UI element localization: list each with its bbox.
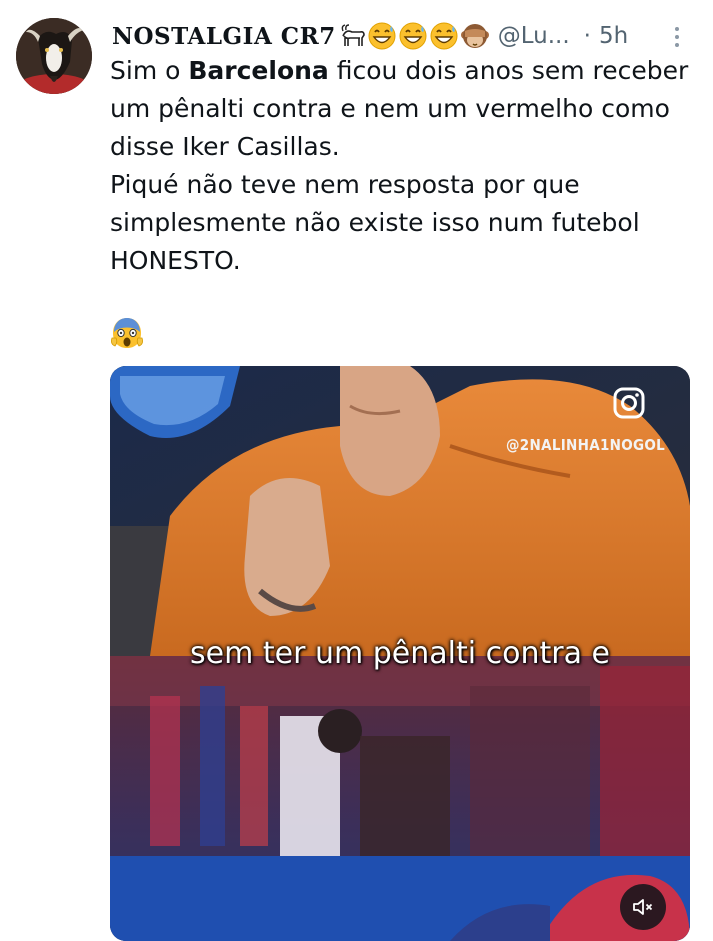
text-segment: Sim o <box>110 56 189 85</box>
tweet-paragraph: Piqué não teve nem resposta por que simp… <box>110 170 640 275</box>
trailing-emoji <box>110 316 144 354</box>
speaker-muted-icon <box>633 899 653 915</box>
name-emojis <box>340 21 490 51</box>
timestamp[interactable]: 5h <box>599 23 628 49</box>
instagram-icon <box>613 387 645 419</box>
avatar[interactable] <box>16 18 92 94</box>
screaming-face-emoji <box>111 318 143 348</box>
mute-button[interactable] <box>620 884 666 930</box>
more-options-icon[interactable] <box>667 22 687 52</box>
grinning-sweat-emoji <box>368 22 396 50</box>
video-player[interactable]: @2NALINHA1NOGOL sem ter um pênalti contr… <box>110 366 690 941</box>
separator-dot: · <box>583 23 591 49</box>
tweet-paragraph: Sim o Barcelona ficou dois anos sem rece… <box>110 52 700 166</box>
display-name[interactable]: NOSTALGIA CR7 <box>112 23 336 50</box>
video-caption: sem ter um pênalti contra e <box>190 636 610 671</box>
highlighted-word: Barcelona <box>188 56 329 85</box>
user-handle[interactable]: @Lu... <box>498 23 570 49</box>
grinning-sweat-emoji <box>430 22 458 50</box>
see-no-evil-monkey-emoji <box>460 24 489 48</box>
tweet-header: NOSTALGIA CR7 @Lu... · 5h <box>112 16 685 56</box>
tweet-text: Sim o Barcelona ficou dois anos sem rece… <box>110 52 700 280</box>
goat-emoji <box>341 24 365 46</box>
grinning-sweat-emoji <box>399 22 427 50</box>
video-watermark: @2NALINHA1NOGOL <box>506 436 666 454</box>
